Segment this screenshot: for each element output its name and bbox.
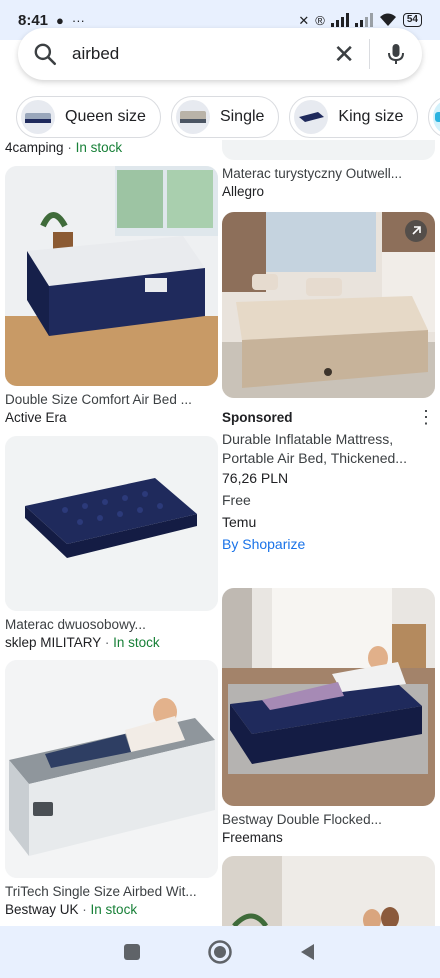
ad-merchant: Temu	[222, 514, 257, 530]
product-image[interactable]	[5, 660, 218, 878]
bedroom-image	[222, 856, 435, 926]
chip-more[interactable]	[428, 96, 440, 138]
result-card[interactable]: Bestway Double Flocked... Freemans	[222, 588, 435, 845]
chip-label: Queen size	[65, 108, 146, 125]
system-nav-bar	[0, 926, 440, 978]
chip-thumbnail	[294, 100, 329, 134]
chip-single[interactable]: Single	[170, 96, 280, 138]
filter-chips: Queen size Single King size	[0, 96, 440, 140]
divider	[369, 39, 370, 69]
separator: ·	[67, 140, 76, 155]
search-icon[interactable]	[32, 41, 58, 67]
result-title: Materac turystyczny Outwell...	[222, 166, 403, 181]
chat-icon: ●	[56, 12, 64, 28]
sponsored-card[interactable]: Sponsored ⋮ Durable Inflatable Mattress,…	[222, 212, 435, 552]
close-icon[interactable]: ✕	[333, 41, 355, 67]
airbed-single-image	[5, 660, 218, 878]
stock-status: In stock	[113, 635, 160, 650]
result-card[interactable]: TriTech Single Size Airbed Wit... Bestwa…	[5, 660, 218, 917]
sponsored-label: Sponsored	[222, 409, 293, 425]
ad-title[interactable]: Durable Inflatable Mattress, Portable Ai…	[222, 430, 435, 468]
result-title: Bestway Double Flocked...	[222, 812, 382, 827]
separator: ·	[104, 635, 114, 650]
merchant-name: sklep MILITARY	[5, 635, 102, 650]
product-image[interactable]	[5, 436, 218, 611]
stock-status: In stock	[90, 902, 138, 917]
bestway-double-image	[222, 588, 435, 806]
product-image[interactable]	[5, 166, 218, 386]
result-card[interactable]: Double Size Comfort Air Bed ... Active E…	[5, 166, 218, 425]
chip-thumbnail	[433, 100, 440, 134]
signal-icon	[330, 13, 349, 27]
status-time: 8:41	[18, 11, 49, 29]
ad-by-link[interactable]: By Shoparize	[222, 536, 435, 552]
airbed-navy-image	[5, 436, 218, 611]
chip-queen-size[interactable]: Queen size	[16, 96, 161, 138]
merchant-name: Bestway UK	[5, 902, 79, 917]
result-source: Active Era	[5, 410, 218, 425]
back-icon[interactable]	[298, 942, 318, 962]
product-image[interactable]	[222, 212, 435, 398]
airbed-double-image	[5, 166, 218, 386]
product-image[interactable]	[222, 856, 435, 926]
chip-thumbnail	[21, 100, 55, 134]
signal-2-icon	[354, 13, 373, 27]
stock-status: In stock	[75, 140, 123, 155]
mic-icon[interactable]	[384, 42, 408, 66]
merchant-name: Freemans	[222, 830, 283, 845]
result-title: Materac dwuosobowy...	[5, 617, 146, 632]
result-title: TriTech Single Size Airbed Wit...	[5, 884, 197, 899]
battery-icon: 54	[402, 13, 422, 27]
merchant-name: Allegro	[222, 184, 265, 199]
product-image[interactable]	[222, 140, 435, 160]
registered-icon: ®	[315, 12, 325, 28]
result-source: Allegro	[222, 184, 435, 199]
result-source: Bestway UK · In stock	[5, 902, 218, 917]
open-in-new-icon[interactable]	[405, 220, 427, 242]
chip-king-size[interactable]: King size	[289, 96, 419, 138]
result-title: Double Size Comfort Air Bed ...	[5, 392, 192, 407]
result-card[interactable]: Materac turystyczny Outwell... Allegro	[222, 140, 435, 199]
result-card[interactable]	[222, 856, 435, 926]
search-bar[interactable]: ✕	[18, 28, 422, 80]
recent-apps-icon[interactable]	[122, 942, 142, 962]
search-input[interactable]	[72, 44, 334, 64]
product-image[interactable]	[222, 588, 435, 806]
ad-price: 76,26 PLN	[222, 470, 289, 486]
ad-shipping: Free	[222, 492, 251, 508]
more-notifications-icon: ···	[71, 12, 85, 28]
result-source: Freemans	[222, 830, 435, 845]
wifi-icon	[379, 13, 396, 26]
result-source: sklep MILITARY · In stock	[5, 635, 218, 650]
chip-label: King size	[338, 108, 404, 125]
merchant-name: Active Era	[5, 410, 67, 425]
more-options-icon[interactable]: ⋮	[417, 408, 435, 426]
chip-thumbnail	[175, 100, 210, 134]
home-icon[interactable]	[207, 939, 233, 965]
separator: ·	[82, 902, 91, 917]
inflatable-bedroom-image	[222, 212, 435, 398]
result-card[interactable]: 4camping · In stock	[5, 140, 218, 156]
mute-icon: ✕	[298, 12, 310, 28]
results-grid: 4camping · In stock Double Size Comfort …	[0, 140, 440, 926]
sponsored-header: Sponsored ⋮	[222, 408, 435, 426]
merchant-name: 4camping	[5, 140, 64, 155]
result-source: 4camping · In stock	[5, 140, 218, 156]
chip-label: Single	[219, 108, 265, 125]
result-card[interactable]: Materac dwuosobowy... sklep MILITARY · I…	[5, 436, 218, 650]
